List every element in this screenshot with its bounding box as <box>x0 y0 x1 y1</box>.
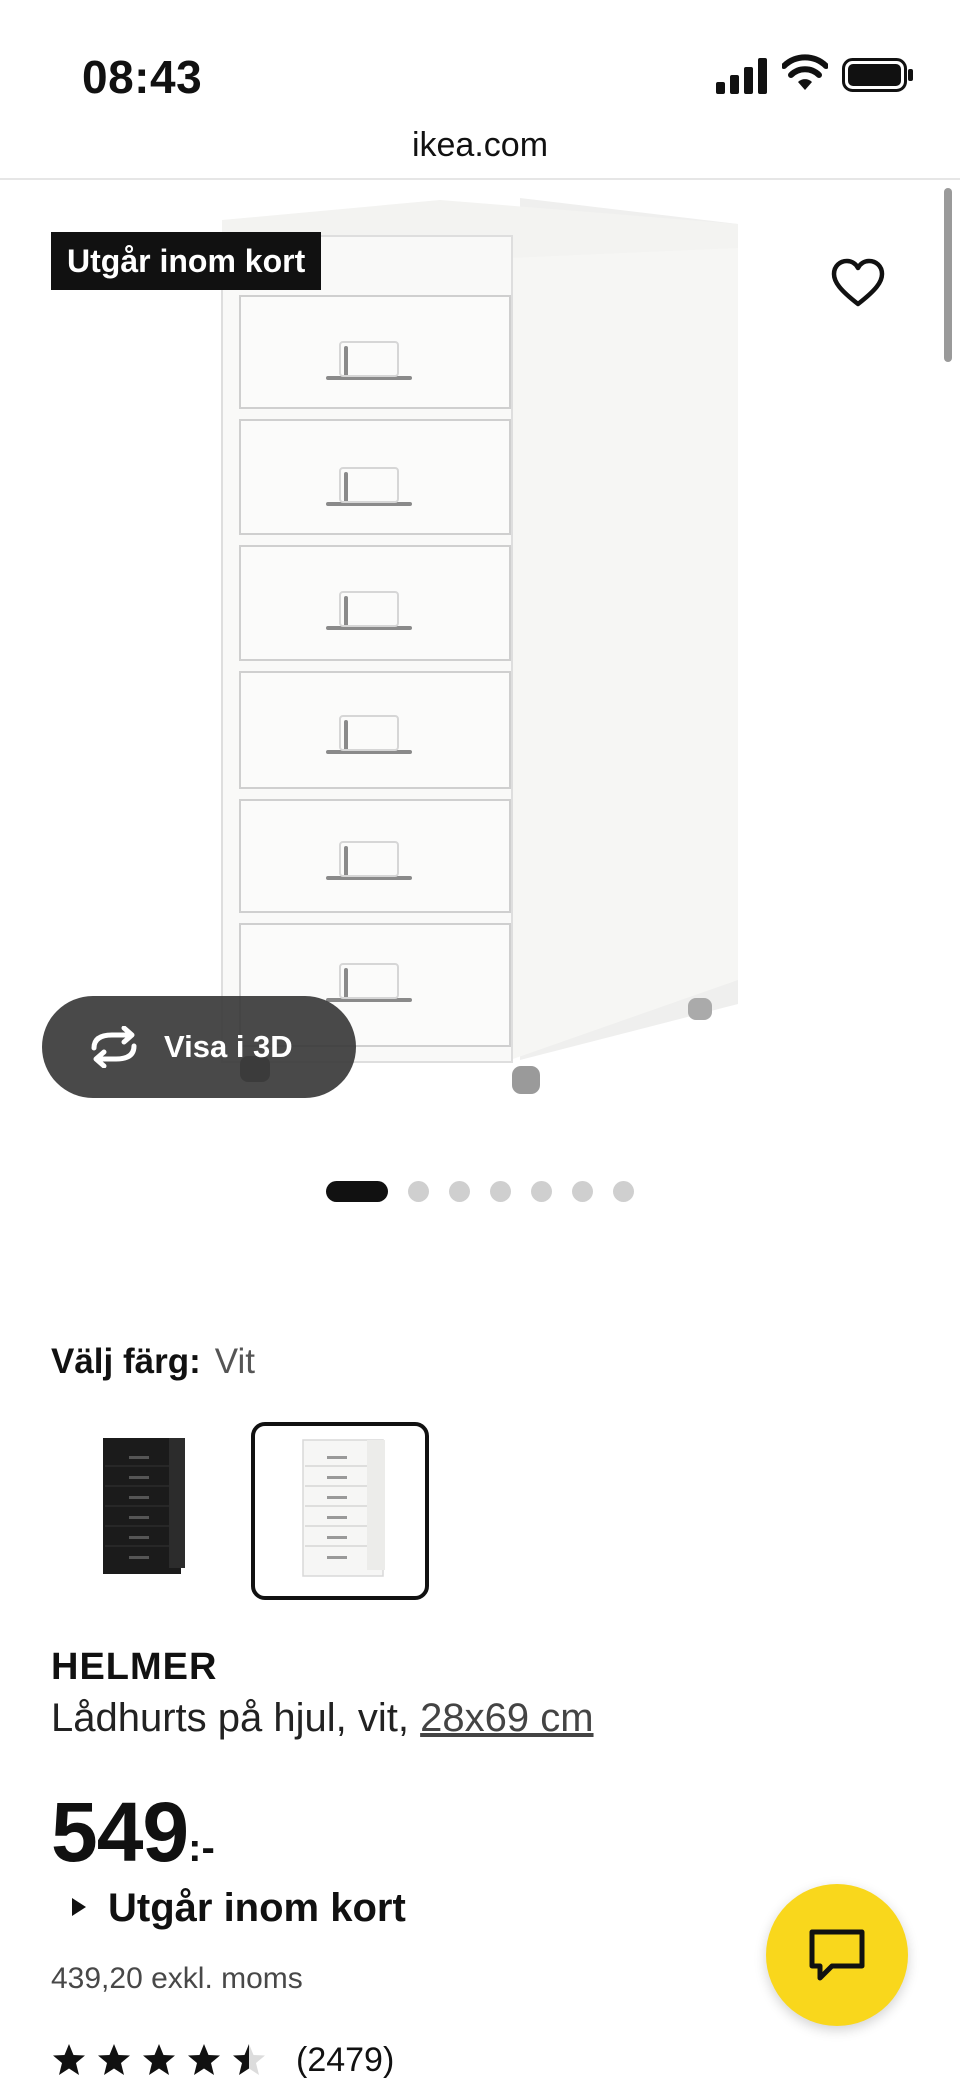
pagination-dot[interactable] <box>572 1180 593 1202</box>
pagination-dot[interactable] <box>531 1180 552 1202</box>
status-bar: 08:43 <box>0 0 960 120</box>
stock-status-text: Utgår inom kort <box>108 1886 406 1930</box>
review-count: (2479) <box>296 2040 395 2079</box>
battery-icon <box>842 58 913 92</box>
pagination-dot[interactable] <box>326 1180 388 1202</box>
caret-right-icon <box>72 1898 86 1917</box>
discontinued-badge: Utgår inom kort <box>51 232 322 290</box>
product-price: 549:- <box>51 1784 215 1881</box>
half-star-icon <box>233 2044 265 2075</box>
color-option-white[interactable] <box>251 1422 429 1600</box>
price-suffix: :- <box>188 1826 215 1870</box>
product-description: Lådhurts på hjul, vit, 28x69 cm <box>51 1696 594 1741</box>
pagination-dot[interactable] <box>613 1180 634 1202</box>
scrollbar[interactable] <box>944 188 952 362</box>
rotate-3d-icon <box>91 1026 137 1068</box>
price-value: 549 <box>51 1785 189 1879</box>
pagination-dot[interactable] <box>449 1180 470 1202</box>
heart-icon[interactable] <box>830 256 886 312</box>
product-description-text: Lådhurts på hjul, vit, <box>51 1696 421 1740</box>
view-in-3d-button[interactable]: Visa i 3D <box>42 996 356 1098</box>
chat-bubble-icon <box>809 1929 865 1981</box>
star-icon <box>143 2044 175 2075</box>
cellular-signal-icon <box>716 58 767 94</box>
product-name: HELMER <box>51 1646 218 1688</box>
address-bar[interactable]: ikea.com <box>0 120 960 180</box>
price-excl-vat: 439,20 exkl. moms <box>51 1962 303 1995</box>
star-icon <box>98 2044 130 2075</box>
black-drawer-thumbnail <box>103 1438 185 1574</box>
white-drawer-thumbnail <box>302 1439 385 1577</box>
clock: 08:43 <box>82 51 203 103</box>
color-option-black[interactable] <box>51 1422 229 1600</box>
star-icon <box>188 2044 220 2075</box>
chat-button[interactable] <box>766 1884 908 2026</box>
image-pagination <box>326 1180 634 1202</box>
color-label: Välj färg: <box>51 1342 201 1381</box>
product-rating[interactable]: (2479) <box>51 2038 394 2079</box>
view-in-3d-label: Visa i 3D <box>164 1029 293 1064</box>
product-size-link[interactable]: 28x69 cm <box>420 1696 593 1740</box>
wifi-icon <box>782 54 828 90</box>
pagination-dot[interactable] <box>490 1180 511 1202</box>
stock-status[interactable]: Utgår inom kort <box>72 1886 406 1931</box>
pagination-dot[interactable] <box>408 1180 429 1202</box>
color-selector-heading: Välj färg: Vit <box>51 1340 255 1384</box>
star-icon <box>53 2044 85 2075</box>
selected-color: Vit <box>214 1342 255 1381</box>
url-text: ikea.com <box>411 126 549 164</box>
